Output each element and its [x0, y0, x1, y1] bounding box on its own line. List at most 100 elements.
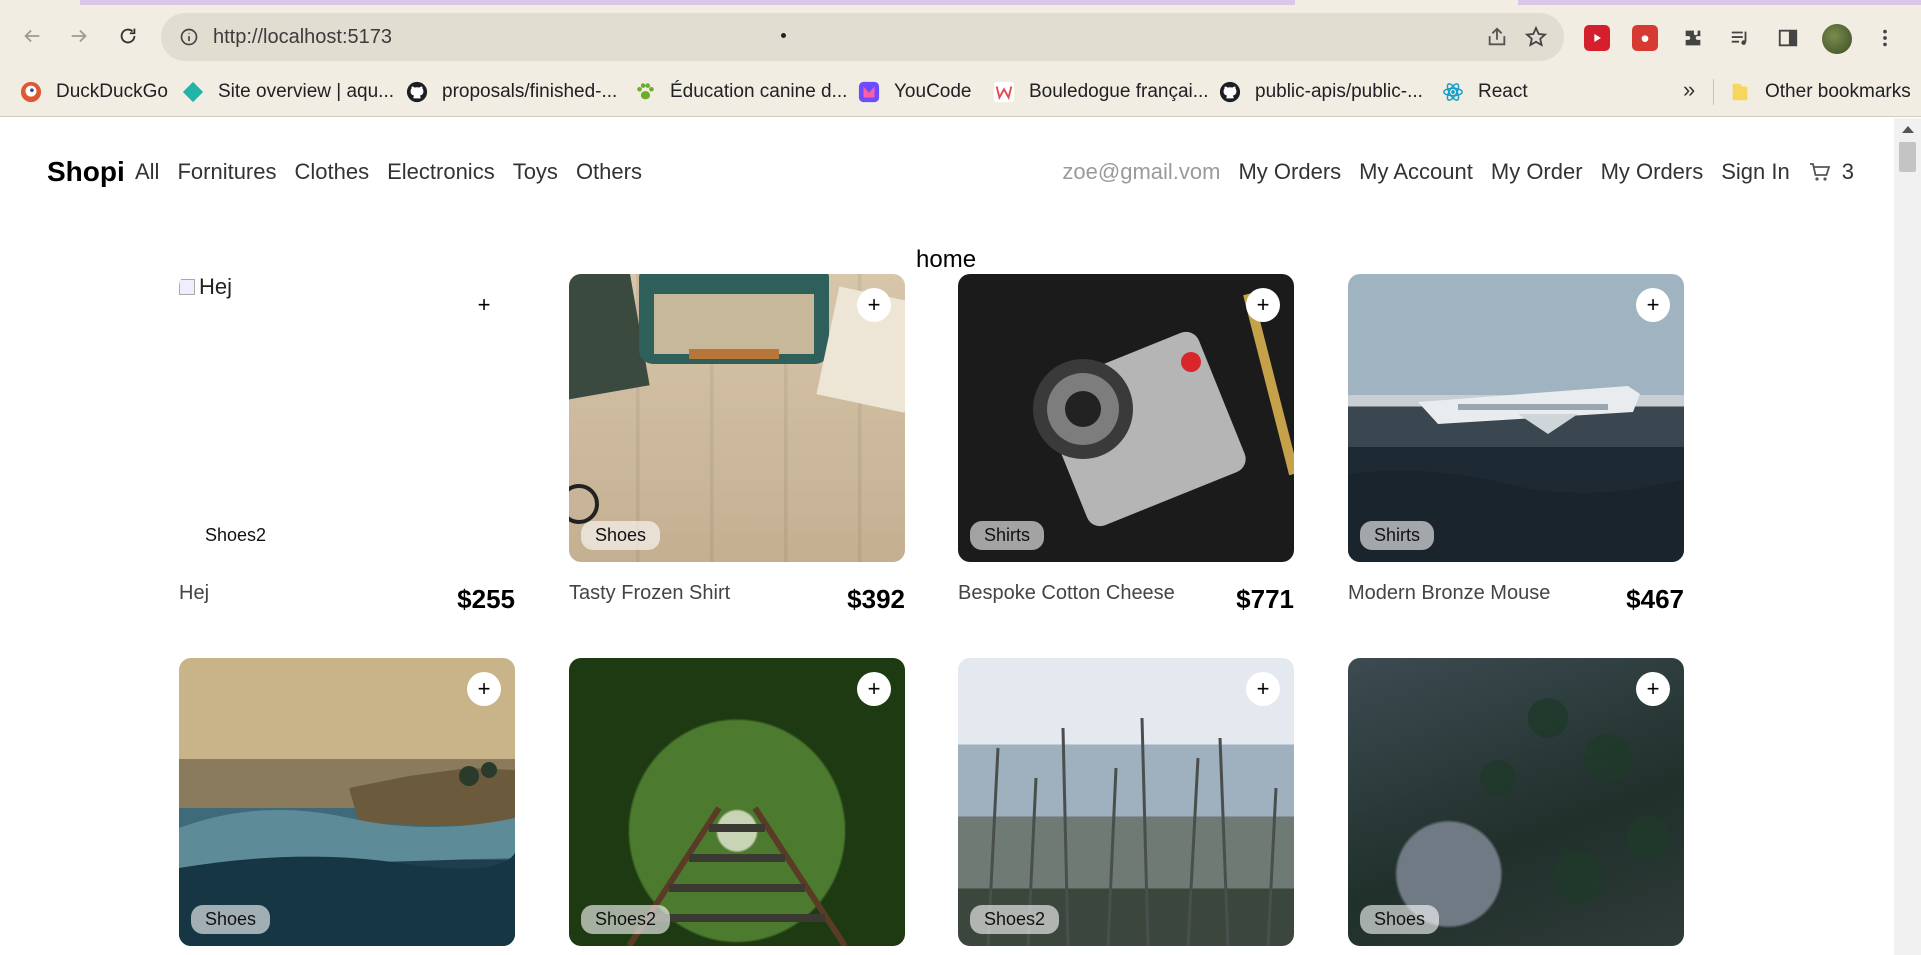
reload-button[interactable] — [114, 22, 142, 50]
product-image[interactable]: + Shoes — [1348, 658, 1684, 946]
media-control-icon[interactable] — [1727, 25, 1753, 51]
add-to-cart-button[interactable]: + — [467, 672, 501, 706]
bookmark-duckduckgo[interactable]: DuckDuckGo — [20, 79, 168, 105]
other-bookmarks-label: Other bookmarks — [1765, 81, 1911, 102]
add-to-cart-button[interactable]: + — [1246, 672, 1280, 706]
address-bar[interactable]: http://localhost:5173 — [161, 13, 1564, 61]
product-name: Tasty Frozen Shirt — [569, 582, 731, 604]
site-navbar: Shopi All Fornitures Clothes Electronics… — [0, 118, 1894, 224]
nav-fornitures[interactable]: Fornitures — [177, 159, 276, 185]
product-price: $255 — [457, 584, 515, 614]
url-text[interactable]: http://localhost:5173 — [213, 26, 392, 49]
paw-icon — [637, 83, 654, 100]
product-card[interactable]: + Shoes2 — [569, 658, 905, 946]
nav-all[interactable]: All — [135, 159, 159, 185]
forward-button[interactable] — [65, 22, 93, 50]
w-icon — [993, 81, 1015, 103]
other-bookmarks-folder[interactable]: Other bookmarks — [1729, 79, 1911, 105]
cart-button[interactable]: 3 — [1808, 159, 1854, 185]
broken-image-icon — [179, 279, 195, 295]
cart-count: 3 — [1841, 159, 1854, 184]
duckduckgo-icon — [20, 81, 42, 103]
railway-illustration — [626, 806, 848, 946]
product-image[interactable]: + Shirts — [1348, 274, 1684, 562]
category-badge: Shirts — [1360, 521, 1435, 550]
bookmarks-bar: DuckDuckGo Site overview | aqu... propos… — [0, 67, 1921, 117]
product-image[interactable]: + Shoes2 — [958, 658, 1294, 946]
add-to-cart-button[interactable]: + — [857, 672, 891, 706]
image-alt-text: Hej — [199, 274, 233, 299]
extension-red-play-icon[interactable] — [1584, 25, 1610, 51]
bookmark-bouledogue[interactable]: Bouledogue françai... — [993, 79, 1209, 105]
browser-toolbar: http://localhost:5173 — [0, 5, 1921, 67]
broken-image: Hej — [179, 274, 232, 300]
bookmark-label: Site overview | aqu... — [218, 81, 395, 102]
nav-clothes[interactable]: Clothes — [295, 159, 370, 185]
nav-my-order[interactable]: My Order — [1491, 159, 1583, 185]
product-image[interactable]: + Shoes2 — [569, 658, 905, 946]
add-to-cart-button[interactable]: + — [1636, 288, 1670, 322]
product-price: $467 — [1626, 584, 1684, 614]
side-panel-icon[interactable] — [1775, 25, 1801, 51]
nav-my-orders[interactable]: My Orders — [1238, 159, 1341, 185]
dead-forest-illustration — [986, 717, 1278, 946]
bookmark-youcode[interactable]: YouCode — [858, 79, 971, 105]
bookmark-proposals[interactable]: proposals/finished-... — [406, 79, 617, 105]
nav-my-orders-2[interactable]: My Orders — [1601, 159, 1704, 185]
product-card[interactable]: + Shoes — [1348, 658, 1684, 946]
bookmark-react[interactable]: React — [1442, 79, 1528, 105]
share-icon[interactable] — [1486, 26, 1508, 48]
bookmark-label: DuckDuckGo — [56, 81, 168, 102]
bookmark-education-canine[interactable]: Éducation canine d... — [634, 79, 847, 105]
add-to-cart-button[interactable]: + — [467, 288, 501, 322]
category-badge: Shoes — [581, 521, 661, 550]
ocean-wave-illustration — [179, 762, 515, 946]
product-card[interactable]: + Shoes2 — [958, 658, 1294, 946]
scroll-up-arrow-icon[interactable] — [1902, 126, 1914, 133]
product-card[interactable]: + Shirts Modern Bronze Mouse $467 — [1348, 274, 1684, 628]
nav-electronics[interactable]: Electronics — [387, 159, 495, 185]
nav-toys[interactable]: Toys — [513, 159, 558, 185]
bookmark-star-icon[interactable] — [1524, 25, 1548, 49]
extensions-puzzle-icon[interactable] — [1680, 25, 1706, 51]
product-image[interactable]: + Shoes — [569, 274, 905, 562]
plane-wreck-illustration — [1348, 386, 1684, 562]
product-card[interactable]: + Shoes — [179, 658, 515, 946]
menu-kebab-icon[interactable] — [1872, 25, 1898, 51]
more-bookmarks-button[interactable]: » — [1683, 77, 1695, 103]
bookmark-label: public-apis/public-... — [1255, 81, 1423, 102]
back-button[interactable] — [18, 22, 46, 50]
add-to-cart-button[interactable]: + — [857, 288, 891, 322]
extension-bug-icon[interactable] — [1632, 25, 1658, 51]
product-card[interactable]: Hej + Shoes2 Hej $255 — [179, 274, 515, 628]
github-icon — [1219, 81, 1241, 103]
nav-others[interactable]: Others — [576, 159, 642, 185]
add-to-cart-button[interactable]: + — [1246, 288, 1280, 322]
add-to-cart-button[interactable]: + — [1636, 672, 1670, 706]
brand-logo[interactable]: Shopi — [47, 156, 125, 188]
nav-my-account[interactable]: My Account — [1359, 159, 1473, 185]
product-name: Modern Bronze Mouse — [1348, 582, 1551, 604]
scrollbar-thumb[interactable] — [1899, 142, 1916, 172]
category-badge: Shoes2 — [581, 905, 671, 934]
bookmark-public-apis[interactable]: public-apis/public-... — [1219, 79, 1423, 105]
product-card[interactable]: + Shirts Bespoke Cotton Cheese $771 — [958, 274, 1294, 628]
product-meta: Tasty Frozen Shirt $392 — [569, 578, 905, 628]
info-icon[interactable] — [179, 27, 199, 47]
product-image[interactable]: + Shoes — [179, 658, 515, 946]
cursor-dot — [781, 33, 786, 38]
reload-icon — [120, 28, 136, 44]
bookmark-label: YouCode — [894, 81, 972, 102]
product-price: $771 — [1236, 584, 1294, 614]
nav-sign-in[interactable]: Sign In — [1721, 159, 1790, 185]
product-image[interactable]: + Shirts — [958, 274, 1294, 562]
bookmark-label: proposals/finished-... — [442, 81, 618, 102]
react-icon — [1443, 83, 1463, 101]
bookmark-site-overview[interactable]: Site overview | aqu... — [182, 79, 394, 105]
product-image[interactable]: Hej + Shoes2 — [179, 274, 515, 562]
bookmark-label: Éducation canine d... — [670, 81, 848, 102]
vertical-scrollbar[interactable] — [1894, 118, 1921, 955]
bookmark-label: Bouledogue françai... — [1029, 81, 1209, 102]
product-card[interactable]: + Shoes Tasty Frozen Shirt $392 — [569, 274, 905, 628]
profile-avatar[interactable] — [1822, 24, 1852, 54]
